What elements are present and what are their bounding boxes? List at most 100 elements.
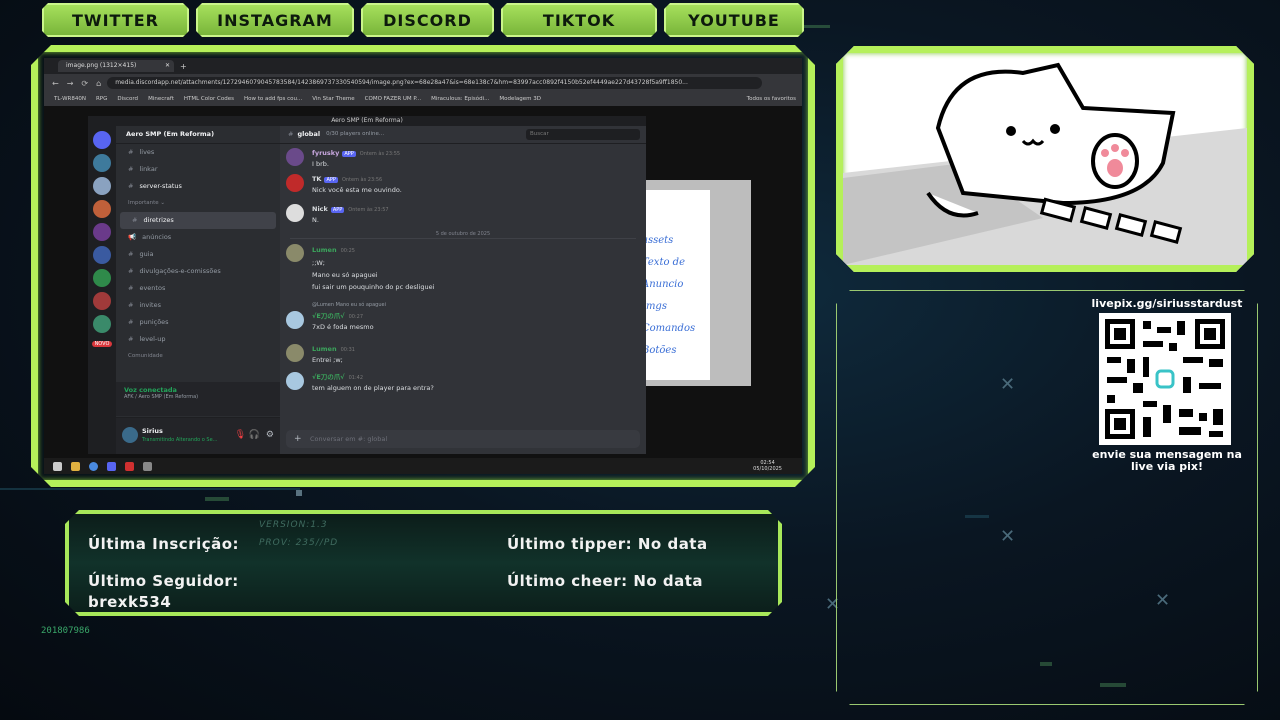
bookmark-item[interactable]: How to add fps cou... [244,96,302,102]
category-comunidade[interactable]: Comunidade [116,348,280,365]
channel-invites[interactable]: # invites [116,297,280,314]
mute-icon[interactable]: 🎙 [235,430,246,440]
instagram-link[interactable]: INSTAGRAM [196,3,354,37]
new-tab-icon[interactable]: + [180,62,187,71]
voice-channel[interactable]: AFK / Aero SMP (Em Reforma) [124,394,272,400]
server-icon[interactable] [93,177,111,195]
close-tab-icon[interactable]: ✕ [165,60,170,72]
add-attachment-icon[interactable]: + [294,430,302,448]
browser-tab[interactable]: image.png (1312×415) ✕ [58,60,174,72]
headphones-icon[interactable]: 🎧 [249,430,260,440]
message-text: Mano eu só apaguei [312,271,378,279]
server-list: NOVO [88,126,116,454]
server-icon[interactable] [93,246,111,264]
discord-link[interactable]: DISCORD [361,3,494,37]
message-time: Ontem às 23:56 [341,177,383,183]
channel-eventos[interactable]: # eventos [116,280,280,297]
home-icon[interactable]: ⌂ [96,79,101,88]
avatar[interactable] [122,427,138,443]
message-author[interactable]: fyrusky [312,149,339,157]
image-preview: assets Texto de Anuncio Imgs Comandos Bo… [636,180,751,386]
avatar[interactable] [286,372,304,390]
server-icon[interactable] [93,223,111,241]
server-icon[interactable] [93,292,111,310]
address-bar-row: ← → ⟳ ⌂ media.discordapp.net/attachments… [44,74,802,92]
avatar[interactable] [286,344,304,362]
url-field[interactable]: media.discordapp.net/attachments/1272946… [107,77,762,89]
note-line: Botões [642,345,677,356]
forward-icon[interactable]: → [67,79,74,88]
start-icon[interactable] [53,462,62,471]
bookmark-item[interactable]: Modelagem 3D [499,96,541,102]
bookmark-item[interactable]: Minecraft [148,96,174,102]
bookmark-item[interactable]: RPG [96,96,107,102]
new-badge: NOVO [92,341,112,347]
channel-lives[interactable]: # lives [116,144,280,161]
discord-icon[interactable] [107,462,116,471]
message-author[interactable]: Nick [312,205,328,213]
bookmark-item[interactable]: TL-WR840N [54,96,86,102]
message-input[interactable]: + Conversar em #: global [286,430,640,448]
discord-home-icon[interactable] [93,131,111,149]
app-icon[interactable] [143,462,152,471]
gear-icon[interactable]: ⚙ [266,430,274,440]
channel-divulgacoes[interactable]: # divulgações-e-comissões [116,263,280,280]
app-badge: APP [344,151,354,157]
chrome-icon[interactable] [89,462,98,471]
channel-punicoes[interactable]: # punições [116,314,280,331]
server-icon[interactable] [93,269,111,287]
channel-label: level-up [139,335,166,343]
channel-title: global [297,130,321,138]
bongo-cat-illustration [843,53,1247,265]
server-icon[interactable] [93,154,111,172]
bg-dot [296,490,302,496]
back-icon[interactable]: ← [52,79,59,88]
channel-diretrizes[interactable]: # diretrizes [120,212,276,229]
avatar[interactable] [286,174,304,192]
app-icon[interactable] [125,462,134,471]
explorer-icon[interactable] [71,462,80,471]
youtube-link[interactable]: YOUTUBE [664,3,804,37]
channel-linkar[interactable]: # linkar [116,161,280,178]
pix-caption: envie sua mensagem na live via pix! [1092,448,1242,473]
message-author[interactable]: Lumen [312,345,337,353]
server-icon[interactable] [93,315,111,333]
channel-server-status[interactable]: # server-status [116,178,280,195]
message-author[interactable]: TK [312,175,321,183]
tiktok-link[interactable]: TIKTOK [501,3,657,37]
bookmark-item[interactable]: COMO FAZER UM P... [365,96,421,102]
bookmark-item[interactable]: HTML Color Codes [184,96,234,102]
bookmark-item[interactable]: Discord [117,96,138,102]
avatar[interactable] [286,311,304,329]
pix-url[interactable]: livepix.gg/siriusstardust [1087,297,1247,310]
bookmark-item[interactable]: Vin Star Theme [312,96,354,102]
message-author[interactable]: Lumen [312,246,337,254]
avatar[interactable] [286,244,304,262]
server-icon[interactable] [93,200,111,218]
message-time: 00:27 [348,314,364,320]
bookmark-item[interactable]: Miraculous: Episódi... [431,96,489,102]
server-name[interactable]: Aero SMP (Em Reforma) [116,126,280,144]
channel-label: lives [139,148,155,156]
channel-guia[interactable]: # guia [116,246,280,263]
avatar[interactable] [286,204,304,222]
channel-level-up[interactable]: # level-up [116,331,280,348]
channel-label: divulgações-e-comissões [139,267,221,275]
message-text: ;;W; [312,259,325,267]
pix-panel: livepix.gg/siriusstardust envie sua mens… [836,290,1258,705]
user-status: Transmitindo Alterando o Se... [142,437,218,443]
reload-icon[interactable]: ⟳ [81,79,88,88]
channel-topic: 0/30 players online... [326,131,385,137]
qr-code[interactable] [1099,313,1231,445]
channel-anuncios[interactable]: 📢 anúncios [116,229,280,246]
clock[interactable]: 02:54 05/10/2025 [753,460,782,472]
search-input[interactable]: Buscar [526,129,640,140]
category-importante[interactable]: Importante ⌄ [116,195,280,212]
note-line: Comandos [642,323,696,334]
all-bookmarks[interactable]: Todos os favoritos [747,96,796,102]
reply-preview[interactable]: @Lumen Mano eu só apaguei [312,302,386,308]
message-author[interactable]: √E刀の爪√ [312,312,345,320]
message-author[interactable]: √E刀の爪√ [312,373,345,381]
twitter-link[interactable]: TWITTER [42,3,189,37]
avatar[interactable] [286,148,304,166]
